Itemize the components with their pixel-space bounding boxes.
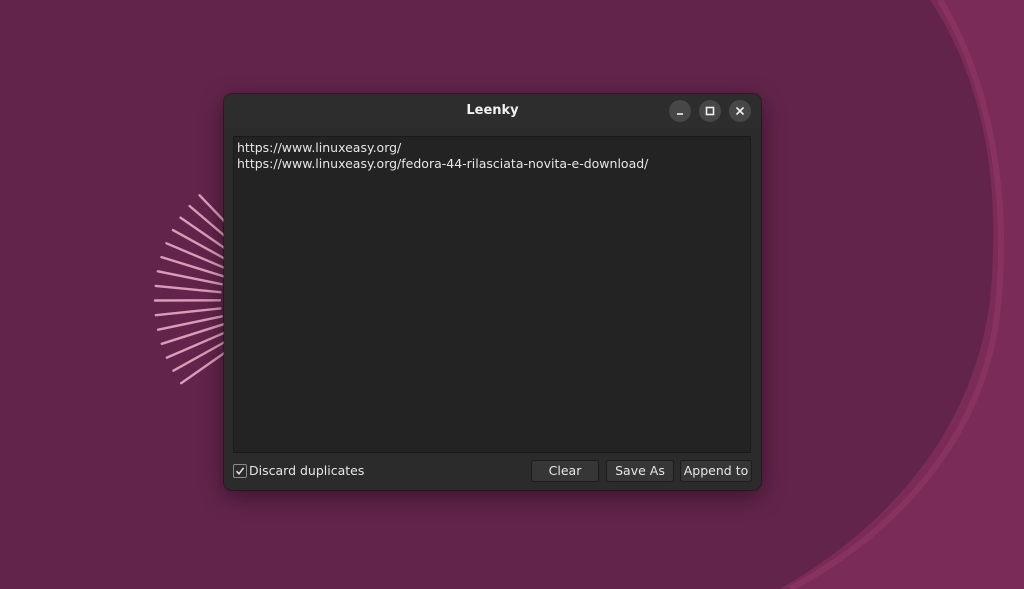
discard-duplicates-checkbox[interactable]	[233, 464, 247, 478]
checkmark-icon	[235, 467, 245, 475]
clear-button[interactable]: Clear	[531, 460, 599, 482]
maximize-button[interactable]	[699, 100, 721, 122]
append-to-button[interactable]: Append to	[680, 460, 752, 482]
link-line: https://www.linuxeasy.org/	[237, 140, 402, 155]
save-as-button[interactable]: Save As	[606, 460, 674, 482]
links-text-area[interactable]: https://www.linuxeasy.org/ https://www.l…	[233, 136, 751, 453]
close-button[interactable]	[729, 100, 751, 122]
close-icon	[735, 106, 745, 116]
minimize-button[interactable]	[669, 100, 691, 122]
title-bar[interactable]: Leenky	[224, 94, 761, 128]
minimize-icon	[677, 113, 683, 115]
discard-duplicates-label[interactable]: Discard duplicates	[249, 463, 364, 478]
link-line: https://www.linuxeasy.org/fedora-44-rila…	[237, 156, 649, 171]
maximize-icon	[705, 106, 715, 116]
leenky-window: Leenky https://www.linuxeasy.org/ https:…	[224, 94, 761, 490]
footer-bar: Discard duplicates Clear Save As Append …	[224, 460, 761, 484]
